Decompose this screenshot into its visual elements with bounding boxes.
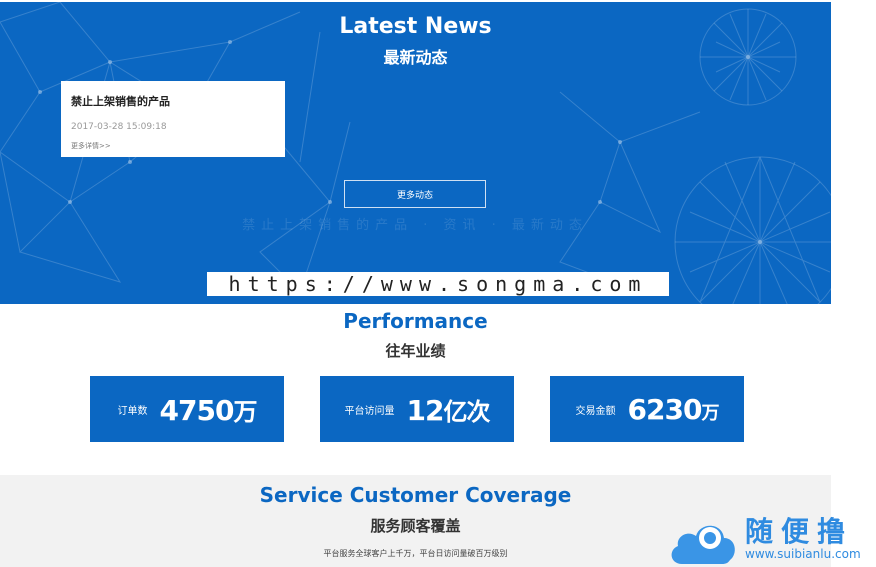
news-section: Latest News 最新动态 禁止上架销售的产品 2017-03-28 15… (0, 2, 831, 304)
stat-label: 平台访问量 (344, 405, 395, 417)
news-subtitle: 最新动态 (383, 48, 448, 67)
performance-subtitle: 往年业绩 (385, 342, 446, 360)
news-card[interactable]: 禁止上架销售的产品 2017-03-28 15:09:18 更多详情>> (61, 81, 285, 157)
watermark-logo: 随便撸 www.suibianlu.com (668, 510, 876, 567)
news-title: Latest News (339, 14, 492, 39)
news-card-more-link[interactable]: 更多详情>> (71, 141, 275, 151)
news-card-title[interactable]: 禁止上架销售的产品 (71, 93, 275, 109)
stat-value: 12亿次 (406, 393, 491, 427)
performance-title: Performance (343, 309, 488, 333)
stat-value: 4750万 (159, 393, 258, 427)
stat-label: 交易金额 (575, 405, 616, 417)
stat-card-orders: 订单数 4750万 (90, 376, 284, 442)
watermark-url: www.suibianlu.com (745, 547, 861, 561)
coverage-title: Service Customer Coverage (259, 483, 572, 507)
more-news-button[interactable]: 更多动态 (344, 180, 486, 208)
stat-label: 订单数 (117, 405, 148, 417)
stat-value: 6230万 (627, 392, 720, 426)
news-faint-text: 禁止上架销售的产品 · 资讯 · 最新动态 (242, 218, 588, 233)
stat-card-visits: 平台访问量 12亿次 (320, 376, 514, 442)
watermark-brand: 随便撸 (745, 515, 854, 548)
stat-card-transactions: 交易金额 6230万 (550, 376, 744, 442)
cloud-icon (671, 525, 735, 564)
url-watermark: https://www.songma.com (207, 272, 669, 296)
news-card-date: 2017-03-28 15:09:18 (71, 122, 167, 132)
